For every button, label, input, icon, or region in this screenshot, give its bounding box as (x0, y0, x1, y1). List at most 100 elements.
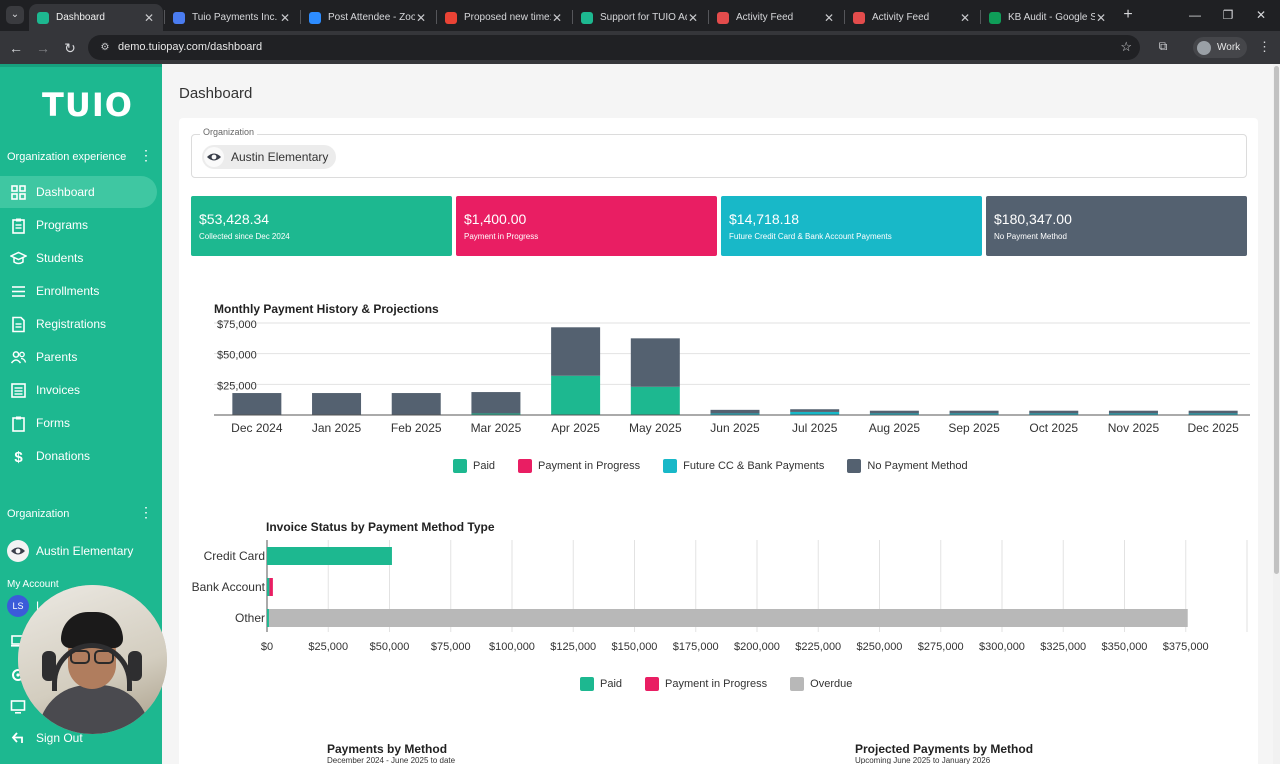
new-tab-button[interactable]: + (1119, 6, 1137, 24)
tab-favicon-icon (853, 11, 865, 24)
bar-segment[interactable] (1188, 410, 1238, 414)
org-experience-label: Organization experience (7, 151, 127, 163)
bar-segment[interactable] (551, 327, 601, 376)
reload-button[interactable]: ↻ (60, 38, 80, 58)
bar-segment[interactable] (232, 393, 282, 415)
browser-tab[interactable]: Activity Feed ✕ (845, 4, 979, 31)
sidebar-item-registrations[interactable]: Registrations (0, 308, 157, 340)
tab-close-icon[interactable]: ✕ (823, 11, 835, 25)
browser-tab[interactable]: Proposed new time: ✕ (437, 4, 571, 31)
y-category-label: Bank Account (192, 580, 266, 594)
browser-tab[interactable]: KB Audit - Google Sh ✕ (981, 4, 1115, 31)
organization-menu-icon[interactable]: ⋮ (139, 505, 153, 519)
bar-segment[interactable] (268, 609, 1188, 627)
bar-segment[interactable] (267, 547, 392, 565)
x-tick-label: $200,000 (734, 641, 780, 653)
bar-segment[interactable] (869, 410, 919, 414)
x-tick-label: Jan 2025 (312, 421, 362, 435)
browser-tab[interactable]: Support for TUIO Ad ✕ (573, 4, 707, 31)
back-button[interactable]: ← (6, 38, 26, 58)
sidebar-item-donations[interactable]: $ Donations (0, 440, 157, 472)
site-info-icon[interactable]: ⚙ (98, 41, 112, 54)
tab-close-icon[interactable]: ✕ (143, 11, 155, 25)
bar-segment[interactable] (710, 409, 760, 414)
tab-search-button[interactable]: ⌄ (6, 6, 24, 24)
browser-tab[interactable]: Post Attendee - Zoo ✕ (301, 4, 435, 31)
x-tick-label: Jun 2025 (710, 421, 760, 435)
sidebar-item-programs[interactable]: Programs (0, 209, 157, 241)
bar-segment[interactable] (471, 392, 521, 414)
organization-select[interactable]: Organization Austin Elementary (191, 127, 1247, 178)
x-tick-label: $225,000 (795, 641, 841, 653)
forward-button[interactable]: → (33, 38, 53, 58)
url-text[interactable]: demo.tuiopay.com/dashboard (118, 41, 262, 53)
extensions-icon[interactable]: ⧉ (1155, 39, 1171, 55)
legend-item[interactable]: Paid (453, 459, 495, 473)
tab-close-icon[interactable]: ✕ (279, 11, 291, 25)
stat-card[interactable]: $1,400.00 Payment in Progress (456, 196, 717, 256)
tab-close-icon[interactable]: ✕ (959, 11, 971, 25)
bar-segment[interactable] (267, 609, 269, 627)
bar-segment[interactable] (630, 338, 680, 387)
monthly-chart-title: Monthly Payment History & Projections (214, 302, 439, 316)
tab-close-icon[interactable]: ✕ (687, 11, 699, 25)
document-icon (12, 316, 25, 332)
stat-card[interactable]: $180,347.00 No Payment Method (986, 196, 1247, 256)
legend-item[interactable]: Payment in Progress (645, 677, 767, 691)
sidebar-item-forms[interactable]: Forms (0, 407, 157, 439)
webcam-overlay[interactable] (18, 585, 167, 734)
omnibox[interactable]: ⚙ demo.tuiopay.com/dashboard ☆ (88, 35, 1140, 60)
sidebar-item-parents[interactable]: Parents (0, 341, 157, 373)
tab-close-icon[interactable]: ✕ (551, 11, 563, 25)
legend-item[interactable]: Future CC & Bank Payments (663, 459, 824, 473)
address-bar: ← → ↻ ⚙ demo.tuiopay.com/dashboard ☆ ⧉ W… (0, 31, 1280, 64)
org-experience-menu-icon[interactable]: ⋮ (139, 148, 153, 162)
monthly-chart-legend: Paid Payment in Progress Future CC & Bank … (453, 459, 991, 473)
legend-item[interactable]: Payment in Progress (518, 459, 640, 473)
bar-segment[interactable] (949, 410, 999, 414)
legend-item[interactable]: Paid (580, 677, 622, 691)
tab-close-icon[interactable]: ✕ (1095, 11, 1107, 25)
tab-separator (300, 10, 301, 24)
payments-by-method-title: Payments by Method (327, 742, 448, 756)
legend-label: Future CC & Bank Payments (683, 460, 825, 472)
sidebar-item-students[interactable]: Students (0, 242, 157, 274)
restore-button[interactable]: ❐ (1213, 4, 1243, 26)
stat-card[interactable]: $53,428.34 Collected since Dec 2024 (191, 196, 452, 256)
bar-segment[interactable] (1108, 410, 1158, 414)
legend-item[interactable]: No Payment Method (847, 459, 968, 473)
browser-menu-icon[interactable]: ⋮ (1258, 39, 1271, 55)
bar-segment[interactable] (551, 375, 601, 415)
bar-segment[interactable] (312, 393, 362, 415)
tab-close-icon[interactable]: ✕ (415, 11, 427, 25)
invoice-chart-title: Invoice Status by Payment Method Type (266, 520, 495, 534)
bar-segment[interactable] (790, 409, 840, 412)
x-tick-label: $250,000 (857, 641, 903, 653)
bookmark-star-icon[interactable]: ☆ (1120, 39, 1132, 55)
browser-tab[interactable]: Activity Feed ✕ (709, 4, 843, 31)
sidebar-item-dashboard[interactable]: Dashboard (0, 176, 157, 208)
sidebar-org-austin-elementary[interactable]: Austin Elementary (7, 540, 133, 562)
sidebar-org-name: Austin Elementary (36, 544, 134, 558)
bar-segment[interactable] (267, 578, 270, 596)
tuio-logo[interactable]: TUIO (42, 86, 133, 124)
sidebar-item-invoices[interactable]: Invoices (0, 374, 157, 406)
page-title: Dashboard (179, 85, 253, 102)
organization-chip[interactable]: Austin Elementary (202, 145, 337, 169)
stat-card[interactable]: $14,718.18 Future Credit Card & Bank Acco… (721, 196, 982, 256)
bar-segment[interactable] (269, 578, 273, 596)
browser-tab[interactable]: Dashboard ✕ (29, 4, 163, 31)
page-scrollbar[interactable] (1273, 64, 1280, 764)
minimize-button[interactable]: — (1180, 4, 1210, 26)
sidebar-item-label: Students (36, 251, 84, 265)
bar-segment[interactable] (391, 393, 441, 415)
sidebar-item-enrollments[interactable]: Enrollments (0, 275, 157, 307)
invoice-icon (11, 382, 26, 398)
bar-segment[interactable] (1029, 410, 1079, 414)
profile-button[interactable]: Work (1193, 37, 1247, 58)
scrollbar-thumb[interactable] (1274, 66, 1279, 574)
close-window-button[interactable]: ✕ (1246, 4, 1276, 26)
legend-item[interactable]: Overdue (790, 677, 852, 691)
bar-segment[interactable] (630, 386, 680, 415)
browser-tab[interactable]: Tuio Payments Inc. - ✕ (165, 4, 299, 31)
